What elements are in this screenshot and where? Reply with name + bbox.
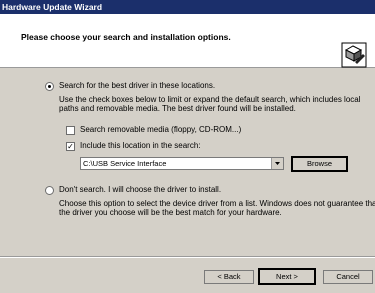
checkmark-icon: ✓	[67, 142, 74, 151]
dont-search-label: Don't search. I will choose the driver t…	[59, 185, 222, 194]
wizard-header: Please choose your search and installati…	[0, 14, 375, 68]
search-best-driver-radio[interactable]	[45, 82, 54, 91]
page-title: Please choose your search and installati…	[21, 32, 231, 42]
hardware-wizard-icon	[341, 42, 367, 68]
search-removable-media-label: Search removable media (floppy, CD-ROM..…	[80, 125, 242, 134]
chevron-down-icon	[275, 162, 280, 165]
location-combobox[interactable]: C:\USB Service Interface	[80, 157, 284, 170]
window-title-bar: Hardware Update Wizard	[0, 0, 375, 14]
window-title: Hardware Update Wizard	[2, 2, 103, 12]
search-description-line-2: paths and removable media. The best driv…	[59, 104, 296, 113]
next-button[interactable]: Next >	[258, 268, 316, 285]
dont-search-description-line-2: the driver you choose will be the best m…	[59, 208, 282, 217]
combobox-dropdown-button[interactable]	[271, 158, 283, 169]
search-removable-media-checkbox[interactable]	[66, 126, 75, 135]
dont-search-radio[interactable]	[45, 186, 54, 195]
include-location-label: Include this location in the search:	[80, 141, 201, 150]
back-button[interactable]: < Back	[204, 270, 254, 284]
cancel-button[interactable]: Cancel	[323, 270, 373, 284]
footer-divider	[0, 256, 375, 258]
location-value: C:\USB Service Interface	[83, 159, 167, 168]
include-location-checkbox[interactable]: ✓	[66, 142, 75, 151]
search-best-driver-label: Search for the best driver in these loca…	[59, 81, 216, 90]
browse-button[interactable]: Browse	[291, 156, 348, 172]
